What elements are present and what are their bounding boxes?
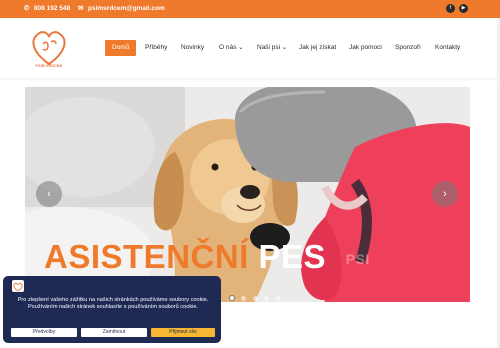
cookie-preferences-button[interactable]: Předvolby <box>11 328 77 337</box>
cookie-banner: Pro zlepšení vašeho zážitku na našich st… <box>3 276 221 343</box>
cookie-reject-button[interactable]: Zamítnout <box>81 328 147 337</box>
chevron-down-icon: ⌄ <box>280 44 288 51</box>
slide-headline: ASISTENČNÍ PES PSI <box>44 238 370 276</box>
cookie-accept-button[interactable]: Přijmout vše <box>151 328 215 337</box>
nav-item-pribehy[interactable]: Příběhy <box>145 40 167 56</box>
nav-item-jak-jej-ziskat[interactable]: Jak jej získat <box>299 40 336 56</box>
slider-dot-5[interactable] <box>275 296 281 301</box>
phone-number[interactable]: 808 192 548 <box>34 0 70 18</box>
site-header <box>0 18 500 78</box>
cookie-logo <box>12 280 24 292</box>
nav-item-o-nas-label: O nás <box>219 44 237 51</box>
nav-item-jak-pomoci[interactable]: Jak pomoci <box>349 40 382 56</box>
nav-item-sponzori[interactable]: Sponzoři <box>395 40 421 56</box>
nav-item-novinky[interactable]: Novinky <box>181 40 204 56</box>
slider-dot-3[interactable] <box>252 296 258 301</box>
facebook-icon[interactable]: f <box>446 4 455 13</box>
slider-pagination <box>229 288 283 301</box>
email-icon: ✉ <box>78 5 84 12</box>
nav-item-kontakty[interactable]: Kontakty <box>435 40 460 56</box>
email-address[interactable]: psimsrdcem@gmail.com <box>88 0 165 18</box>
heart-icon <box>13 283 23 292</box>
slider-prev-button[interactable]: ‹ <box>36 181 62 207</box>
headline-word-1: ASISTENČNÍ <box>44 238 249 275</box>
youtube-icon[interactable]: ▶ <box>459 4 468 13</box>
nav-item-o-nas[interactable]: O nás ⌄ <box>219 40 244 56</box>
top-bar: ✆ 808 192 548 ✉ psimsrdcem@gmail.com f ▶ <box>0 0 500 18</box>
phone-icon: ✆ <box>24 5 30 12</box>
headline-word-3: PSI <box>345 251 370 268</box>
chevron-down-icon: ⌄ <box>236 44 244 51</box>
logo-text: PSÍM SRDCEM <box>35 64 63 68</box>
cookie-message: Pro zlepšení vašeho zážitku na našich st… <box>17 297 209 311</box>
headline-word-2: PES <box>258 238 327 275</box>
nav-item-nasi-psi[interactable]: Naši psi ⌄ <box>257 40 287 56</box>
nav-item-domu[interactable]: Domů <box>105 40 137 56</box>
slider-dot-1[interactable] <box>229 295 235 301</box>
slider-next-button[interactable]: › <box>432 181 458 207</box>
nav-item-nasi-psi-label: Naši psi <box>257 44 281 51</box>
